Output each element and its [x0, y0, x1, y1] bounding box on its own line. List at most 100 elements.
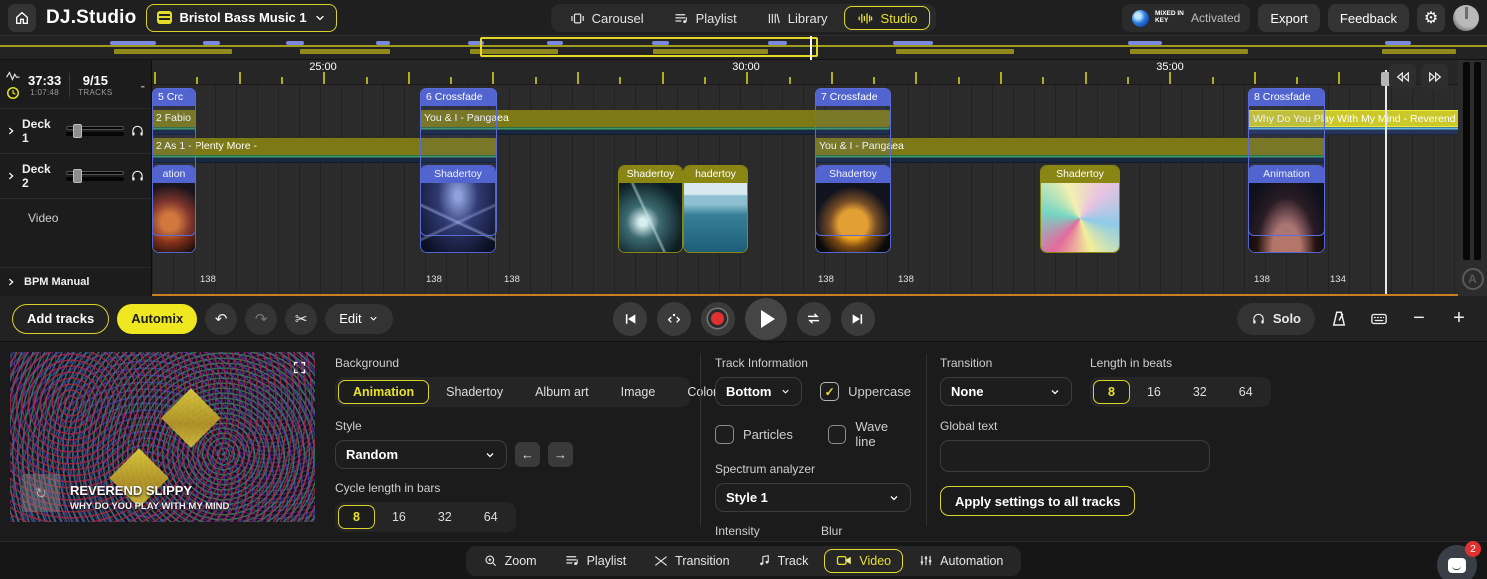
- deck-1-volume-slider[interactable]: [66, 125, 124, 137]
- panel-tab-zoom[interactable]: Zoom: [472, 549, 549, 573]
- timeline-minimap[interactable]: [0, 36, 1487, 60]
- ocean-thumbnail: [684, 183, 747, 253]
- video-clip[interactable]: hadertoy: [683, 165, 748, 253]
- minimap-viewport[interactable]: [480, 37, 818, 57]
- panel-tab-playlist[interactable]: Playlist: [553, 549, 639, 573]
- skip-to-end-button[interactable]: [841, 302, 875, 336]
- cycle-length-option-16[interactable]: 16: [377, 505, 421, 529]
- video-clip[interactable]: Shadertoy: [1040, 165, 1120, 253]
- deck-1-row: Deck 1: [0, 109, 151, 154]
- mixed-in-key-badge[interactable]: MIXED IN KEY Activated: [1122, 4, 1250, 32]
- feedback-button[interactable]: Feedback: [1328, 4, 1409, 32]
- video-settings-panel: ↻ REVEREND SLIPPY WHY DO YOU PLAY WITH M…: [0, 342, 1487, 541]
- panel-tab-transition[interactable]: Transition: [642, 549, 741, 573]
- background-option-image[interactable]: Image: [606, 380, 671, 404]
- length-option-16[interactable]: 16: [1132, 380, 1176, 404]
- crossfade-block[interactable]: 6 Crossfade: [420, 88, 497, 236]
- timeline-sidebar: 37:33 1:07:48 9/15 TRACKS - Deck 1: [0, 60, 152, 296]
- edit-menu-button[interactable]: Edit: [325, 304, 392, 334]
- wave-line-checkbox[interactable]: Wave line: [828, 419, 911, 449]
- length-option-64[interactable]: 64: [1224, 380, 1268, 404]
- settings-button[interactable]: ⚙: [1417, 4, 1445, 32]
- add-tracks-button[interactable]: Add tracks: [12, 304, 109, 334]
- headphones-icon[interactable]: [130, 124, 145, 138]
- headphones-icon[interactable]: [130, 169, 145, 183]
- keyboard-shortcuts-button[interactable]: [1363, 303, 1395, 335]
- autoscroll-toggle[interactable]: A: [1462, 268, 1484, 290]
- cut-button[interactable]: ✂: [285, 303, 317, 335]
- minimap-crossfade-marker: [286, 41, 304, 45]
- chevron-right-icon[interactable]: [6, 170, 16, 182]
- background-option-album-art[interactable]: Album art: [520, 380, 604, 404]
- user-avatar[interactable]: [1453, 5, 1479, 31]
- text-position-dropdown[interactable]: Bottom: [715, 377, 802, 406]
- style-prev-button[interactable]: ←: [515, 442, 540, 467]
- style-next-button[interactable]: →: [548, 442, 573, 467]
- play-button[interactable]: [745, 298, 787, 340]
- uppercase-checkbox[interactable]: ✓Uppercase: [820, 382, 911, 401]
- style-dropdown[interactable]: Random: [335, 440, 507, 469]
- bpm-manual-row[interactable]: BPM Manual: [0, 267, 151, 296]
- particles-checkbox[interactable]: Particles: [715, 425, 810, 444]
- background-option-animation[interactable]: Animation: [338, 380, 429, 404]
- undo-button[interactable]: ↶: [205, 303, 237, 335]
- cycle-length-option-8[interactable]: 8: [338, 505, 375, 529]
- panel-tab-label: Track: [778, 554, 809, 568]
- fullscreen-icon[interactable]: [292, 360, 307, 375]
- panel-tab-automation[interactable]: Automation: [907, 549, 1015, 573]
- home-icon: [14, 10, 30, 26]
- bpm-label: 138: [426, 274, 442, 285]
- solo-button[interactable]: Solo: [1237, 303, 1315, 335]
- spectrum-style-dropdown[interactable]: Style 1: [715, 483, 911, 512]
- preview-track-thumb: ↻: [22, 474, 60, 512]
- record-button[interactable]: [701, 302, 735, 336]
- ruler-tick: [1338, 72, 1340, 84]
- timeline-canvas[interactable]: 25:0030:0035:002 FabioYou & I - PangaeaW…: [152, 60, 1487, 296]
- deck-2-volume-slider[interactable]: [66, 170, 124, 182]
- cycle-length-option-64[interactable]: 64: [469, 505, 513, 529]
- track-icon: [758, 554, 771, 567]
- video-clip[interactable]: Shadertoy: [618, 165, 683, 253]
- minimap-playhead[interactable]: [810, 36, 812, 60]
- skip-to-start-button[interactable]: [613, 302, 647, 336]
- automix-button[interactable]: Automix: [117, 304, 197, 334]
- length-option-32[interactable]: 32: [1178, 380, 1222, 404]
- crossfade-block[interactable]: 7 Crossfade: [815, 88, 891, 236]
- video-preview[interactable]: ↻ REVEREND SLIPPY WHY DO YOU PLAY WITH M…: [10, 352, 315, 522]
- tab-studio[interactable]: Studio: [845, 6, 931, 30]
- split-at-playhead-button[interactable]: [657, 302, 691, 336]
- background-option-shadertoy[interactable]: Shadertoy: [431, 380, 518, 404]
- crossfade-label: 5 Crc: [153, 89, 195, 106]
- global-text-input[interactable]: [940, 440, 1210, 472]
- project-selector[interactable]: Bristol Bass Music 1: [146, 4, 336, 32]
- length-option-8[interactable]: 8: [1093, 380, 1130, 404]
- transition-dropdown[interactable]: None: [940, 377, 1072, 406]
- panel-tab-label: Video: [859, 554, 891, 568]
- export-button[interactable]: Export: [1258, 4, 1320, 32]
- timeline-ruler[interactable]: 25:0030:0035:00: [152, 60, 1487, 85]
- plus-icon: +: [1453, 307, 1465, 330]
- crossfade-block[interactable]: 8 Crossfade: [1248, 88, 1325, 236]
- tab-library[interactable]: Library: [754, 6, 841, 30]
- panel-tab-video[interactable]: Video: [824, 549, 903, 573]
- home-button[interactable]: [8, 4, 36, 32]
- scissors-icon: ✂: [295, 310, 308, 328]
- jump-back-button[interactable]: [1389, 64, 1416, 89]
- chat-launcher[interactable]: 2: [1437, 545, 1477, 579]
- tab-carousel[interactable]: Carousel: [557, 6, 657, 30]
- timeline-playhead[interactable]: [1385, 70, 1387, 296]
- chat-bubble-icon: [1448, 558, 1466, 573]
- crossfade-block[interactable]: 5 Crc: [152, 88, 196, 236]
- zoom-in-button[interactable]: +: [1443, 303, 1475, 335]
- panel-tab-track[interactable]: Track: [746, 549, 821, 573]
- chevron-right-icon[interactable]: [6, 125, 16, 137]
- tab-playlist[interactable]: Playlist: [661, 6, 750, 30]
- cycle-length-option-32[interactable]: 32: [423, 505, 467, 529]
- redo-button[interactable]: ↷: [245, 303, 277, 335]
- mix-time-elapsed: 37:33: [28, 73, 61, 88]
- apply-settings-button[interactable]: Apply settings to all tracks: [940, 486, 1135, 516]
- loop-button[interactable]: [797, 302, 831, 336]
- zoom-out-button[interactable]: −: [1403, 303, 1435, 335]
- jump-forward-button[interactable]: [1421, 64, 1448, 89]
- metronome-button[interactable]: [1323, 303, 1355, 335]
